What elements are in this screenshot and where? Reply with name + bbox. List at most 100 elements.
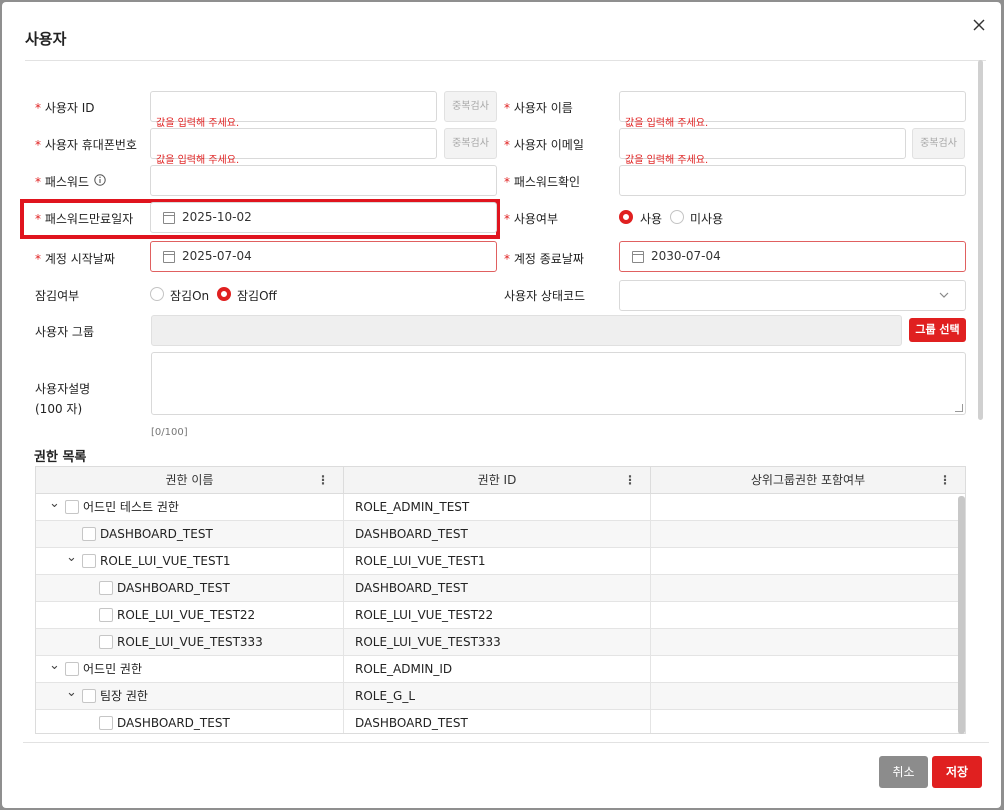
email-dup-check-button[interactable]: 중복검사: [912, 128, 965, 159]
cell-include-parent: [651, 629, 965, 656]
cell-permission-id: ROLE_G_L: [344, 683, 651, 710]
cell-include-parent: [651, 683, 965, 710]
row-checkbox[interactable]: [99, 581, 113, 595]
cell-permission-name: DASHBOARD_TEST: [36, 521, 344, 548]
password-label: 패스워드: [35, 173, 89, 190]
column-menu-icon[interactable]: ⋮: [317, 467, 329, 494]
desc-counter: [0/100]: [151, 427, 188, 438]
column-header-id[interactable]: 권한 ID ⋮: [344, 467, 651, 494]
permissions-grid: 권한 이름 ⋮ 권한 ID ⋮ 상위그룹권한 포함여부 ⋮ ⌄ 어드민 테스트 권…: [35, 466, 966, 734]
row-checkbox[interactable]: [99, 608, 113, 622]
table-row[interactable]: ⌄ 어드민 테스트 권한 ROLE_ADMIN_TEST: [36, 494, 965, 521]
cell-permission-id: ROLE_ADMIN_ID: [344, 656, 651, 683]
row-checkbox[interactable]: [99, 716, 113, 730]
lock-on-radio[interactable]: [150, 287, 164, 301]
user-id-dup-check-button[interactable]: 중복검사: [444, 91, 497, 122]
status-code-select[interactable]: [619, 280, 966, 311]
usage-off-label[interactable]: 미사용: [690, 210, 723, 227]
user-id-error: 값을 입력해 주세요.: [156, 118, 240, 129]
lock-off-radio[interactable]: [217, 287, 231, 301]
acct-start-date-input[interactable]: 2025-07-04: [150, 241, 497, 272]
desc-label-line2: (100 자): [35, 402, 83, 416]
column-header-include-parent[interactable]: 상위그룹권한 포함여부 ⋮: [651, 467, 965, 494]
column-header-name[interactable]: 권한 이름 ⋮: [36, 467, 344, 494]
close-icon[interactable]: [969, 15, 989, 35]
description-textarea[interactable]: [151, 352, 966, 415]
password-confirm-label: 패스워드확인: [504, 173, 580, 190]
user-id-label: 사용자 ID: [35, 99, 95, 116]
phone-error: 값을 입력해 주세요.: [156, 155, 240, 166]
table-row[interactable]: ⌄ ROLE_LUI_VUE_TEST1 ROLE_LUI_VUE_TEST1: [36, 548, 965, 575]
group-label: 사용자 그룹: [35, 325, 95, 339]
chevron-down-icon[interactable]: ⌄: [49, 494, 60, 517]
phone-dup-check-button[interactable]: 중복검사: [444, 128, 497, 159]
calendar-icon: [163, 251, 175, 263]
row-checkbox[interactable]: [65, 500, 79, 514]
permission-name-text: ROLE_LUI_VUE_TEST333: [117, 635, 263, 649]
table-row[interactable]: ⌄ 어드민 권한 ROLE_ADMIN_ID: [36, 656, 965, 683]
permission-name-text: DASHBOARD_TEST: [100, 527, 213, 541]
acct-end-date-input[interactable]: 2030-07-04: [619, 241, 966, 272]
column-menu-icon[interactable]: ⋮: [939, 467, 951, 494]
lock-label: 잠김여부: [35, 289, 80, 303]
pw-expire-label: 패스워드만료일자: [35, 210, 133, 227]
cancel-button[interactable]: 취소: [879, 756, 928, 788]
row-checkbox[interactable]: [82, 527, 96, 541]
lock-off-label[interactable]: 잠김Off: [237, 287, 277, 304]
cell-permission-id: ROLE_ADMIN_TEST: [344, 494, 651, 521]
table-row[interactable]: ROLE_LUI_VUE_TEST22 ROLE_LUI_VUE_TEST22: [36, 602, 965, 629]
grid-scrollbar[interactable]: [958, 496, 965, 734]
chevron-down-icon[interactable]: ⌄: [66, 683, 77, 706]
cell-permission-id: ROLE_LUI_VUE_TEST22: [344, 602, 651, 629]
row-checkbox[interactable]: [99, 635, 113, 649]
desc-label-line1: 사용자설명: [35, 382, 91, 396]
info-icon[interactable]: [94, 174, 106, 186]
lock-on-label[interactable]: 잠김On: [170, 287, 209, 304]
chevron-down-icon[interactable]: ⌄: [49, 656, 60, 679]
save-button[interactable]: 저장: [932, 756, 982, 788]
phone-label: 사용자 휴대폰번호: [35, 136, 137, 153]
cell-include-parent: [651, 710, 965, 733]
cell-permission-name: ROLE_LUI_VUE_TEST22: [36, 602, 344, 629]
acct-start-label: 계정 시작날짜: [35, 250, 115, 267]
cell-permission-name: ⌄ 팀장 권한: [36, 683, 344, 710]
chevron-down-icon[interactable]: ⌄: [66, 548, 77, 571]
usage-on-radio[interactable]: [619, 210, 633, 224]
pw-expire-date-input[interactable]: 2025-10-02: [150, 202, 497, 233]
group-select-button[interactable]: 그룹 선택: [909, 318, 966, 342]
cell-permission-name: DASHBOARD_TEST: [36, 710, 344, 733]
column-menu-icon[interactable]: ⋮: [624, 467, 636, 494]
permission-name-text: 어드민 테스트 권한: [83, 500, 179, 514]
table-row[interactable]: ⌄ 팀장 권한 ROLE_G_L: [36, 683, 965, 710]
user-name-error: 값을 입력해 주세요.: [625, 118, 709, 129]
cell-permission-name: DASHBOARD_TEST: [36, 575, 344, 602]
usage-on-label[interactable]: 사용: [640, 210, 662, 227]
email-error: 값을 입력해 주세요.: [625, 155, 709, 166]
cell-include-parent: [651, 521, 965, 548]
permission-name-text: ROLE_LUI_VUE_TEST1: [100, 554, 231, 568]
usage-off-radio[interactable]: [670, 210, 684, 224]
table-row[interactable]: DASHBOARD_TEST DASHBOARD_TEST: [36, 710, 965, 733]
resize-grip-icon[interactable]: [955, 404, 963, 412]
row-checkbox[interactable]: [65, 662, 79, 676]
row-checkbox[interactable]: [82, 689, 96, 703]
table-row[interactable]: ROLE_LUI_VUE_TEST333 ROLE_LUI_VUE_TEST333: [36, 629, 965, 656]
cell-permission-id: ROLE_LUI_VUE_TEST333: [344, 629, 651, 656]
form-scrollbar[interactable]: [978, 60, 983, 420]
row-checkbox[interactable]: [82, 554, 96, 568]
cell-permission-name: ⌄ 어드민 테스트 권한: [36, 494, 344, 521]
permissions-section-title: 권한 목록: [34, 450, 87, 465]
status-code-label: 사용자 상태코드: [504, 289, 586, 303]
cell-permission-id: DASHBOARD_TEST: [344, 710, 651, 733]
permission-name-text: 어드민 권한: [83, 662, 143, 676]
table-row[interactable]: DASHBOARD_TEST DASHBOARD_TEST: [36, 521, 965, 548]
grid-header: 권한 이름 ⋮ 권한 ID ⋮ 상위그룹권한 포함여부 ⋮: [36, 467, 965, 494]
calendar-icon: [632, 251, 644, 263]
password-confirm-input[interactable]: [619, 165, 966, 196]
password-input[interactable]: [150, 165, 497, 196]
table-row[interactable]: DASHBOARD_TEST DASHBOARD_TEST: [36, 575, 965, 602]
permission-name-text: DASHBOARD_TEST: [117, 581, 230, 595]
email-label: 사용자 이메일: [504, 136, 584, 153]
header-divider: [25, 60, 986, 61]
usage-label: 사용여부: [504, 210, 558, 227]
